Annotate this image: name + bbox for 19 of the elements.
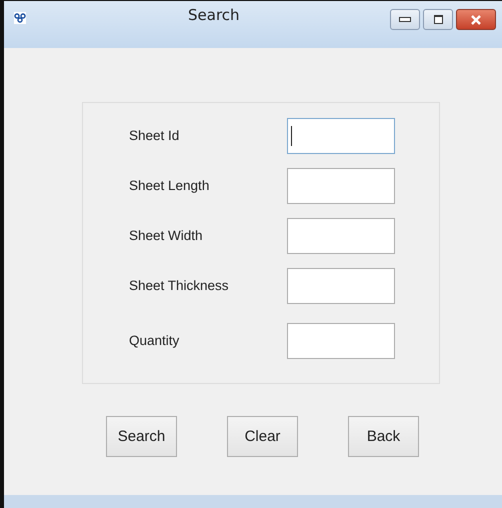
field-label: Sheet Length [129,178,210,193]
action-button[interactable]: Search [106,416,177,457]
field-label: Sheet Width [129,228,204,243]
input-field[interactable] [287,168,395,204]
maximize-button[interactable] [423,9,453,30]
window-title: Search [188,6,240,24]
close-button[interactable] [456,9,496,30]
app-icon [14,12,26,24]
field-label: Sheet Thickness [129,278,230,293]
close-icon [470,14,482,24]
input-field[interactable] [287,322,395,358]
input-field[interactable] [287,218,395,254]
field-label: Quantity [129,333,180,348]
input-field[interactable] [287,118,395,154]
input-field[interactable] [287,268,395,304]
minimize-button[interactable] [390,9,420,30]
action-button[interactable]: Back [348,416,419,457]
field-label: Sheet Id [129,128,180,143]
action-button[interactable]: Clear [227,416,298,457]
